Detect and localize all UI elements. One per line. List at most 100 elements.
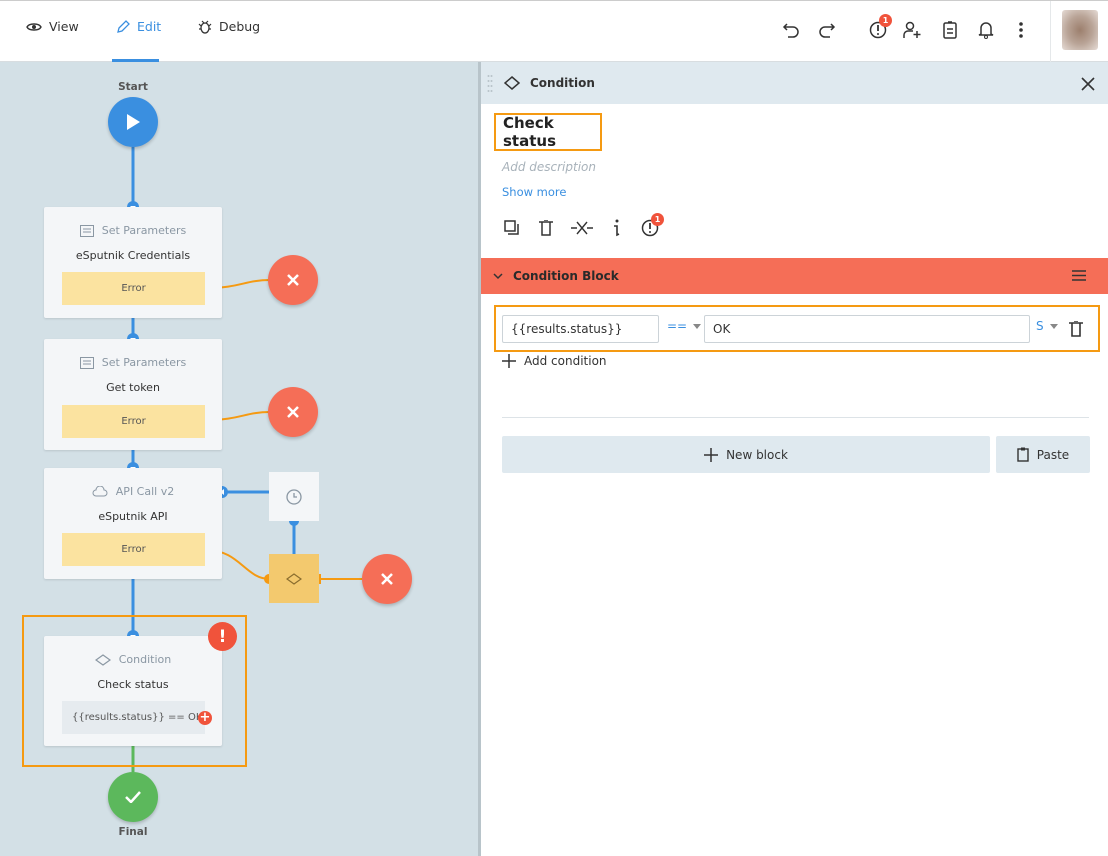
alert-count-badge: 1	[651, 213, 664, 226]
close-icon	[381, 573, 393, 585]
value-type-select[interactable]: S	[1036, 319, 1058, 333]
redo-icon	[819, 23, 836, 38]
description-field[interactable]: Add description	[502, 160, 596, 174]
clipboard-icon	[1017, 447, 1029, 462]
node-type: Set Parameters	[101, 224, 187, 237]
final-node[interactable]	[108, 772, 158, 822]
operator-value: ==	[667, 319, 688, 333]
node-type: Set Parameters	[101, 356, 187, 369]
drag-handle-icon[interactable]	[487, 74, 493, 94]
close-icon[interactable]	[1081, 77, 1095, 91]
flow-canvas[interactable]: Start Set Parameters eSputnik Credential…	[0, 62, 478, 856]
chevron-down-icon[interactable]	[493, 272, 503, 280]
play-icon	[127, 114, 140, 130]
top-toolbar: View Edit Debug 1	[0, 0, 1108, 63]
condition-right-input[interactable]: OK	[704, 315, 1030, 343]
plus-icon	[704, 447, 719, 462]
tab-label: Edit	[137, 19, 162, 34]
node-title: eSputnik API	[98, 510, 168, 523]
trash-icon[interactable]	[1069, 321, 1083, 337]
error-end-node[interactable]	[268, 255, 318, 305]
error-end-node[interactable]	[268, 387, 318, 437]
condition-block-header[interactable]: Condition Block	[481, 258, 1108, 294]
condition-left-input[interactable]: {{results.status}}	[502, 315, 659, 343]
condition-expression[interactable]: {{results.status}} == OK	[62, 701, 205, 734]
expression-text: {{results.status}} == OK	[72, 712, 203, 723]
list-icon	[79, 356, 94, 369]
add-user-button[interactable]	[901, 19, 923, 41]
add-condition-label: Add condition	[524, 354, 607, 368]
final-label: Final	[118, 826, 148, 838]
clock-icon	[286, 488, 302, 505]
clipboard-button[interactable]	[939, 19, 961, 41]
info-icon[interactable]	[611, 218, 621, 238]
left-value: {{results.status}}	[511, 322, 623, 336]
show-more-link[interactable]: Show more	[502, 185, 566, 199]
node-type: API Call v2	[115, 485, 175, 498]
flow-node-api-call[interactable]: API Call v2 eSputnik API Error	[44, 468, 222, 579]
diamond-icon	[286, 572, 302, 585]
operator-select[interactable]: ==	[667, 319, 702, 333]
tab-edit[interactable]: Edit	[116, 19, 161, 34]
duplicate-icon[interactable]	[504, 220, 520, 236]
menu-icon[interactable]	[1072, 270, 1086, 281]
flow-node-set-parameters[interactable]: Set Parameters Get token Error	[44, 339, 222, 450]
properties-panel: Condition Check status Add description S…	[481, 62, 1108, 856]
validation-button[interactable]: 1	[641, 213, 664, 240]
add-condition-button[interactable]: Add condition	[502, 354, 607, 368]
error-output[interactable]: Error	[62, 272, 205, 305]
tab-view[interactable]: View	[26, 19, 79, 34]
plus-icon	[502, 354, 516, 368]
bell-icon	[978, 22, 994, 39]
close-icon	[287, 274, 299, 286]
panel-header: Condition	[481, 62, 1108, 104]
more-icon	[1019, 22, 1023, 38]
tab-label: View	[49, 19, 79, 34]
trash-icon[interactable]	[539, 220, 553, 236]
error-output[interactable]: Error	[62, 533, 205, 566]
node-type: Condition	[118, 653, 172, 666]
disconnect-icon[interactable]	[571, 220, 593, 236]
notifications-button[interactable]	[975, 19, 997, 41]
divider	[502, 417, 1089, 418]
node-title: Get token	[106, 381, 160, 394]
caret-down-icon	[693, 323, 702, 329]
new-block-button[interactable]: New block	[502, 436, 990, 473]
caret-down-icon	[1049, 323, 1058, 329]
close-icon	[287, 406, 299, 418]
paste-button[interactable]: Paste	[996, 436, 1090, 473]
tab-debug[interactable]: Debug	[198, 19, 260, 34]
bug-icon	[198, 20, 212, 34]
user-menu[interactable]	[1050, 1, 1108, 63]
node-title-text: Check status	[503, 114, 556, 150]
add-branch-icon[interactable]: +	[198, 711, 212, 725]
list-icon	[79, 224, 94, 237]
more-menu-button[interactable]	[1010, 19, 1032, 41]
new-block-label: New block	[726, 447, 788, 462]
eye-icon	[26, 22, 42, 31]
error-output[interactable]: Error	[62, 405, 205, 438]
node-title: Check status	[97, 678, 169, 691]
pencil-icon	[117, 19, 130, 33]
start-label: Start	[118, 81, 148, 93]
diamond-icon	[94, 653, 111, 666]
avatar[interactable]	[1062, 10, 1098, 50]
condition-block-title: Condition Block	[513, 269, 619, 283]
alerts-button[interactable]: 1	[867, 14, 892, 41]
add-user-icon	[903, 21, 921, 38]
warning-icon[interactable]: !	[208, 622, 237, 651]
redo-button[interactable]	[816, 19, 838, 41]
start-node[interactable]	[108, 97, 158, 147]
error-end-node[interactable]	[362, 554, 412, 604]
diamond-icon	[504, 76, 520, 90]
check-icon	[125, 791, 141, 803]
undo-button[interactable]	[780, 19, 802, 41]
cloud-icon	[92, 486, 108, 497]
retry-condition-node[interactable]	[269, 554, 319, 603]
paste-label: Paste	[1036, 447, 1070, 462]
delay-node[interactable]	[269, 472, 319, 521]
flow-node-set-parameters[interactable]: Set Parameters eSputnik Credentials Erro…	[44, 207, 222, 318]
node-title: eSputnik Credentials	[75, 249, 191, 262]
flow-node-condition[interactable]: Condition Check status {{results.status}…	[44, 636, 222, 746]
node-title-field[interactable]: Check status	[494, 113, 602, 151]
